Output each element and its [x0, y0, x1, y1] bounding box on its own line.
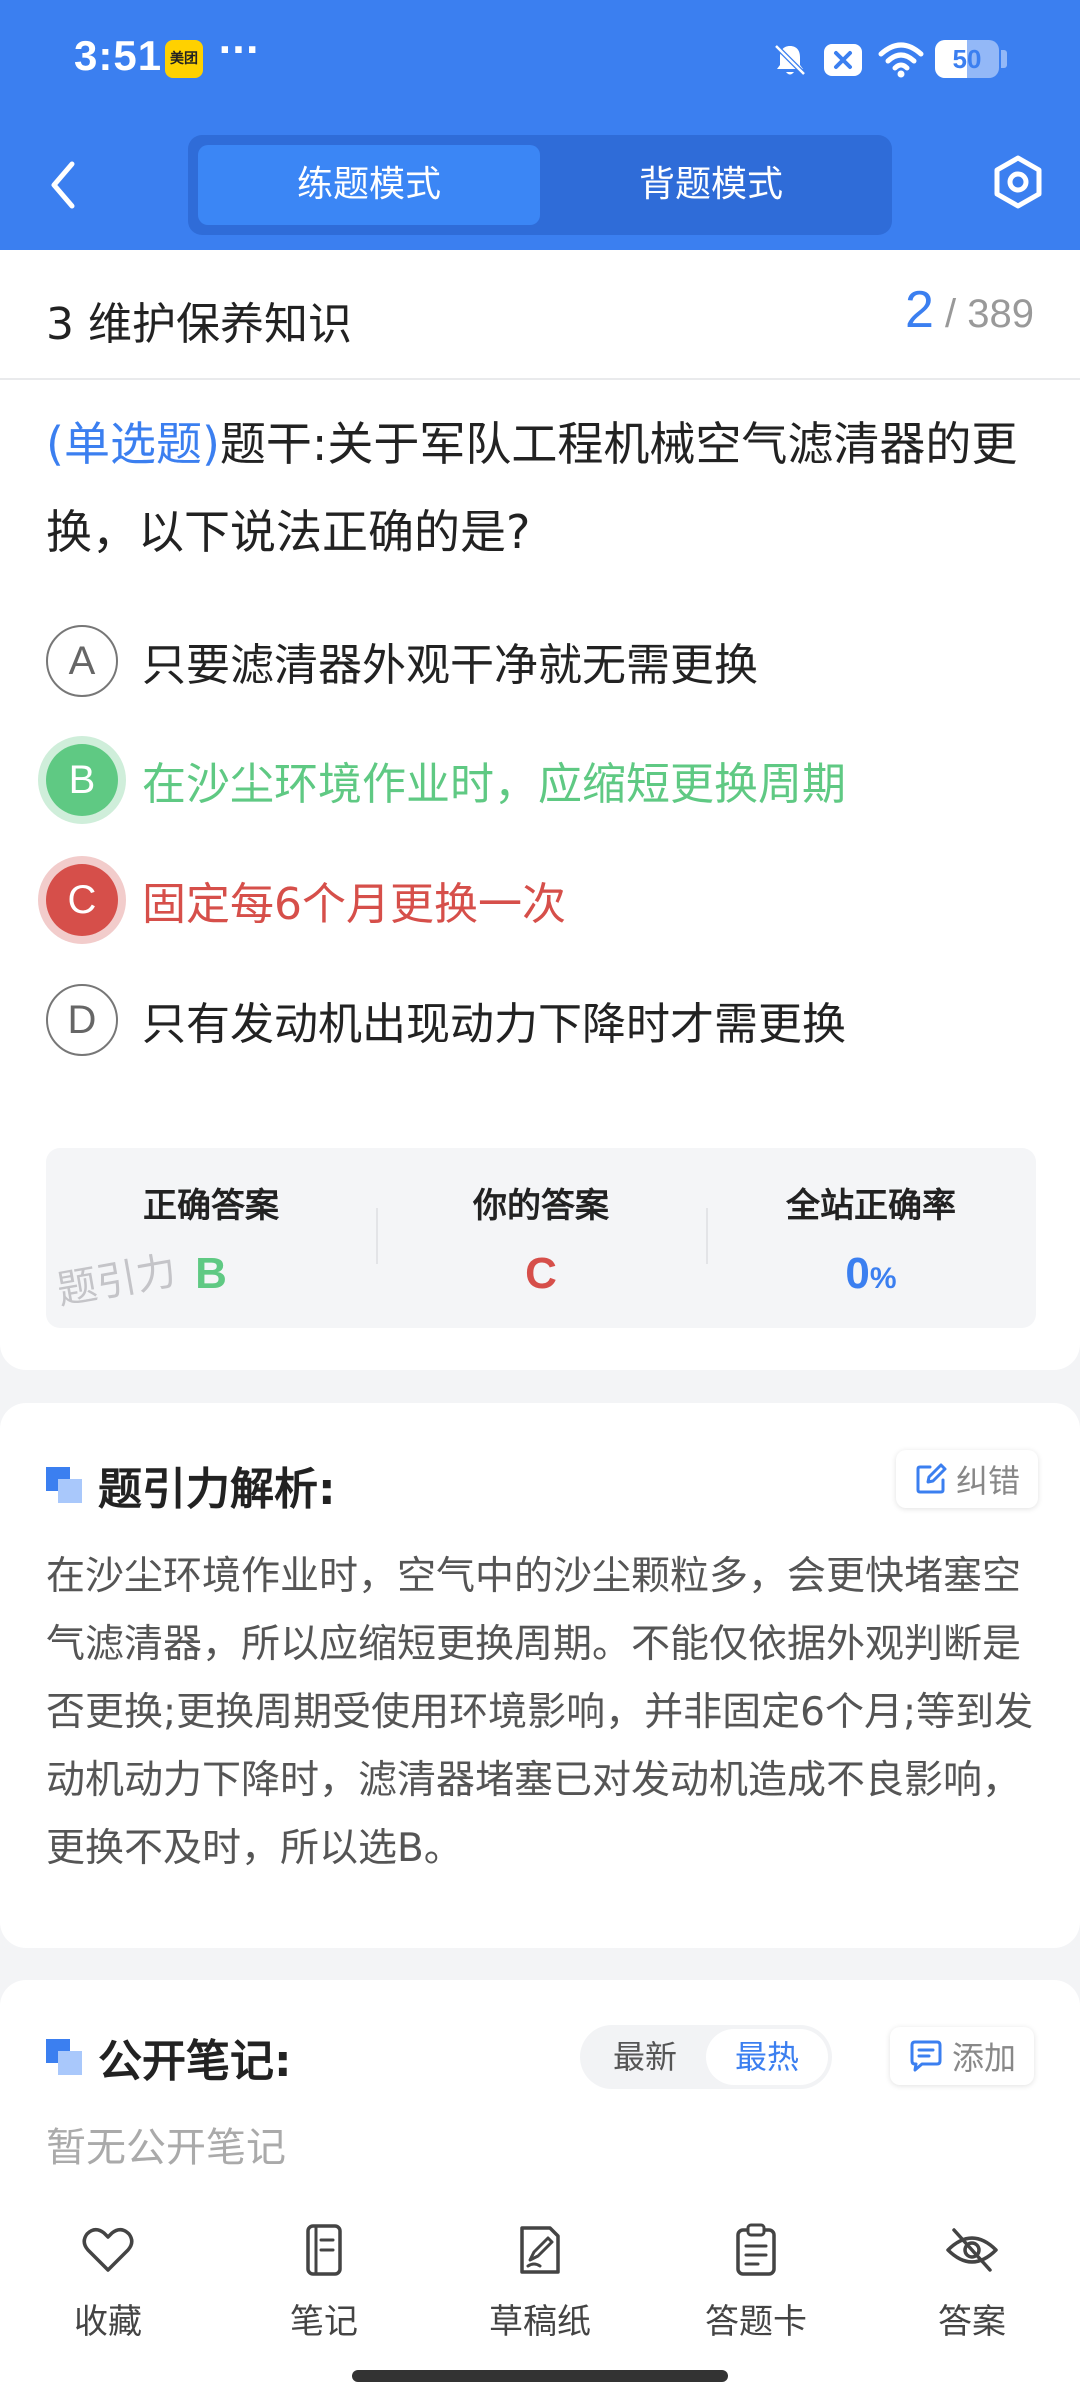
correct-answer-label: 正确答案: [143, 1186, 279, 1226]
back-chevron-icon[interactable]: [40, 150, 90, 220]
clipboard-icon: [736, 2223, 776, 2276]
edit-icon: [916, 1463, 947, 1494]
section-square-icon: [46, 2039, 82, 2075]
question-stem: (单选题)题干:关于军队工程机械空气滤清器的更换，以下说法正确的是?: [46, 400, 1036, 576]
section-square-icon: [46, 1467, 82, 1503]
option-letter: C: [46, 864, 118, 936]
total-questions: 389: [967, 292, 1034, 336]
empty-notes-text: 暂无公开笔记: [46, 2125, 286, 2171]
show-answer-button[interactable]: 答案: [864, 2190, 1080, 2400]
sort-latest[interactable]: 最新: [584, 2029, 706, 2085]
accuracy-number: 0: [845, 1249, 870, 1298]
home-indicator[interactable]: [352, 2370, 728, 2382]
option-letter: D: [46, 984, 118, 1056]
progress-separator: /: [945, 292, 957, 336]
report-error-label: 纠错: [956, 1462, 1021, 1500]
accuracy-label: 全站正确率: [786, 1186, 956, 1226]
option-text: 在沙尘环境作业时，应缩短更换周期: [142, 759, 846, 810]
option-c[interactable]: C 固定每6个月更换一次: [46, 862, 566, 938]
notes-title: 公开笔记:: [46, 2025, 292, 2089]
mode-switch: 练题模式 背题模式: [188, 135, 892, 235]
wifi-icon: [878, 42, 924, 78]
battery-level: 50: [952, 44, 982, 74]
mute-bell-icon: [774, 44, 806, 76]
notes-title-text: 公开笔记:: [98, 2036, 292, 2087]
notes-label: 笔记: [290, 2302, 358, 2342]
answer-sheet-button[interactable]: 答题卡: [648, 2190, 864, 2400]
your-answer-col: 你的答案 C: [376, 1148, 706, 1328]
correct-answer-col: 正确答案 B 题引力: [46, 1148, 376, 1328]
top-header: 3:51 美团 ··· 50 练题模式 背题模式: [0, 0, 1080, 250]
chapter-title: 3 维护保养知识: [46, 299, 352, 350]
option-letter: B: [46, 744, 118, 816]
accuracy-col: 全站正确率 0%: [706, 1148, 1036, 1328]
bottom-toolbar: 收藏 笔记 草稿纸 答题卡 答案: [0, 2190, 1080, 2400]
add-note-button[interactable]: 添加: [890, 2027, 1035, 2085]
option-b[interactable]: B 在沙尘环境作业时，应缩短更换周期: [46, 742, 846, 818]
answer-sheet-label: 答题卡: [705, 2302, 807, 2342]
accuracy-unit: %: [869, 1262, 897, 1295]
tab-practice-mode[interactable]: 练题模式: [198, 145, 540, 225]
settings-hexagon-icon[interactable]: [988, 152, 1048, 212]
scratch-paper-label: 草稿纸: [489, 2302, 591, 2342]
question-type-tag: (单选题): [46, 417, 220, 471]
more-notifications-icon: ···: [218, 30, 260, 71]
notes-sort-switch: 最新 最热: [580, 2025, 832, 2089]
your-answer-label: 你的答案: [473, 1186, 609, 1226]
current-question-number: 2: [904, 281, 934, 339]
battery-cap: [1001, 50, 1007, 68]
notes-button[interactable]: 笔记: [216, 2190, 432, 2400]
option-letter: A: [46, 625, 118, 697]
comment-icon: [910, 2040, 942, 2072]
option-text: 只要滤清器外观干净就无需更换: [142, 640, 758, 691]
analysis-text: 在沙尘环境作业时，空气中的沙尘颗粒多，会更快堵塞空气滤清器，所以应缩短更换周期。…: [46, 1554, 1034, 1871]
tab-recite-mode[interactable]: 背题模式: [540, 145, 882, 225]
report-error-button[interactable]: 纠错: [896, 1450, 1039, 1508]
accuracy-value: 0%: [706, 1249, 1036, 1299]
analysis-title: 题引力解析:: [46, 1453, 336, 1517]
status-time: 3:51: [74, 32, 163, 79]
favorite-button[interactable]: 收藏: [0, 2190, 216, 2400]
analysis-title-text: 题引力解析:: [98, 1464, 336, 1515]
your-answer-value: C: [525, 1249, 557, 1298]
favorite-label: 收藏: [74, 2302, 142, 2342]
option-text: 只有发动机出现动力下降时才需更换: [142, 999, 846, 1050]
draft-pen-icon: [520, 2226, 560, 2274]
battery-icon: 50: [935, 40, 999, 78]
option-a[interactable]: A 只要滤清器外观干净就无需更换: [46, 623, 758, 699]
close-box-icon: [824, 44, 862, 76]
meituan-app-icon: 美团: [165, 40, 203, 78]
option-d[interactable]: D 只有发动机出现动力下降时才需更换: [46, 982, 846, 1058]
status-bar: 3:51 美团 ··· 50: [0, 0, 1080, 118]
answer-summary-box: 正确答案 B 题引力 你的答案 C 全站正确率 0%: [46, 1148, 1036, 1328]
add-note-label: 添加: [952, 2039, 1017, 2077]
show-answer-label: 答案: [938, 2302, 1006, 2342]
notebook-icon: [306, 2224, 342, 2276]
question-card: 3 维护保养知识 2 / 389 (单选题)题干:关于军队工程机械空气滤清器的更…: [0, 250, 1080, 1370]
heart-icon: [82, 2228, 134, 2272]
sort-hottest[interactable]: 最热: [706, 2029, 828, 2085]
question-progress: 2 / 389: [905, 280, 1034, 340]
divider: [0, 378, 1080, 380]
eye-off-icon: [946, 2228, 998, 2272]
scratch-paper-button[interactable]: 草稿纸: [432, 2190, 648, 2400]
analysis-card: 题引力解析: 纠错 在沙尘环境作业时，空气中的沙尘颗粒多，会更快堵塞空气滤清器，…: [0, 1403, 1080, 1948]
option-text: 固定每6个月更换一次: [142, 879, 566, 930]
